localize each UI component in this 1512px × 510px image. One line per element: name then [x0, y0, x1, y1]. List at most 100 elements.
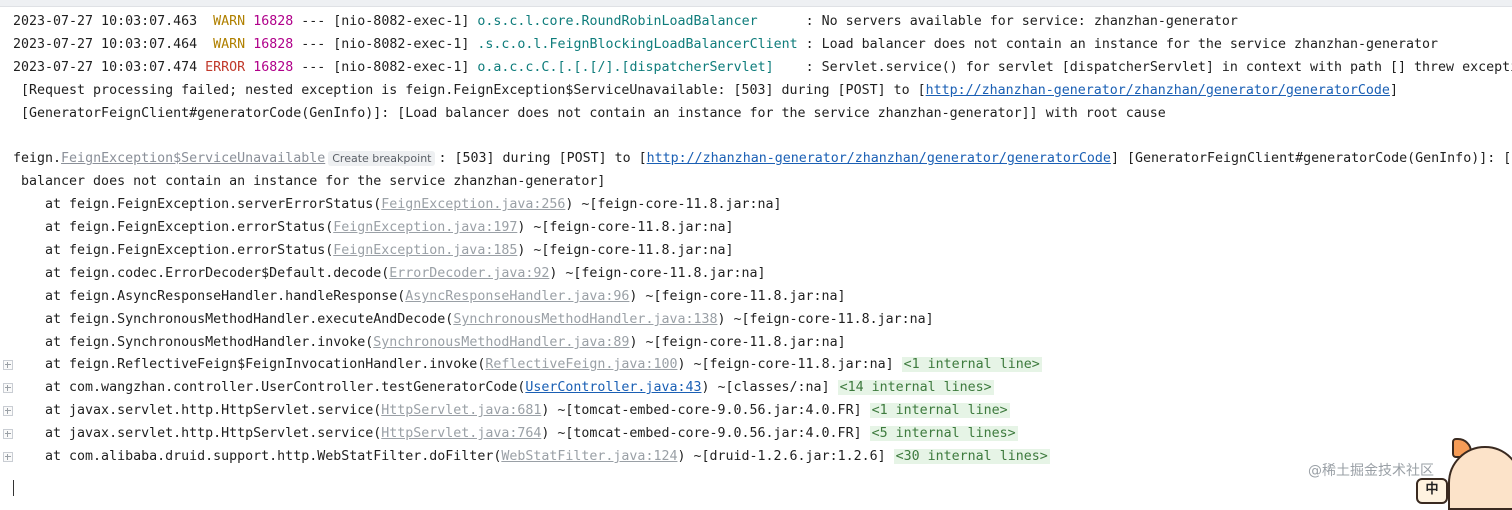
exception-continuation: balancer does not contain an instance fo…: [13, 172, 605, 192]
source-link[interactable]: HttpServlet.java:764: [381, 426, 541, 441]
source-link[interactable]: ReflectiveFeign.java:100: [485, 357, 677, 372]
frame-text: ) ~[feign-core-11.8.jar:na]: [677, 357, 902, 372]
frame-text: at feign.ReflectiveFeign$FeignInvocation…: [13, 357, 486, 372]
stack-frame: at feign.FeignException.serverErrorStatu…: [13, 195, 782, 215]
frame-text: ) ~[tomcat-embed-core-9.0.56.jar:4.0.FR]: [541, 426, 870, 441]
source-link[interactable]: SynchronousMethodHandler.java:89: [373, 335, 629, 350]
source-link[interactable]: WebStatFilter.java:124: [501, 449, 677, 464]
continuation-text: [Request processing failed; nested excep…: [13, 83, 926, 98]
log-message: : Load balancer does not contain an inst…: [805, 37, 1439, 52]
frame-text: ) ~[feign-core-11.8.jar:na]: [717, 312, 934, 327]
log-thread: [nio-8082-exec-1]: [333, 60, 470, 75]
source-link[interactable]: FeignException.java:185: [333, 243, 517, 258]
exception-class-link[interactable]: FeignException$ServiceUnavailable: [61, 151, 325, 166]
frame-text: ) ~[feign-core-11.8.jar:na]: [629, 289, 846, 304]
expand-fold-icon[interactable]: [3, 360, 13, 370]
frame-text: at com.wangzhan.controller.UserControlle…: [13, 380, 526, 395]
frame-text: ) ~[classes/:na]: [701, 380, 838, 395]
continuation-text: ]: [1389, 83, 1398, 98]
expand-fold-icon[interactable]: [3, 383, 13, 393]
source-link[interactable]: FeignException.java:197: [333, 220, 517, 235]
frame-text: ) ~[feign-core-11.8.jar:na]: [517, 220, 734, 235]
stack-frame: at feign.SynchronousMethodHandler.execut…: [13, 310, 934, 330]
mascot-badge: 中: [1416, 478, 1448, 504]
watermark-text: @稀土掘金技术社区: [1308, 463, 1434, 479]
stack-frame: at feign.ReflectiveFeign$FeignInvocation…: [13, 355, 1042, 375]
stack-frame: at feign.SynchronousMethodHandler.invoke…: [13, 333, 846, 353]
frame-text: at feign.codec.ErrorDecoder$Default.deco…: [13, 266, 390, 281]
stack-frame: at com.wangzhan.controller.UserControlle…: [13, 378, 994, 398]
internal-lines-fold[interactable]: <14 internal lines>: [837, 380, 994, 395]
internal-lines-fold[interactable]: <1 internal line>: [901, 357, 1042, 372]
log-timestamp: 2023-07-27 10:03:07.464: [13, 37, 198, 52]
expand-fold-icon[interactable]: [3, 429, 13, 439]
frame-text: at feign.FeignException.errorStatus(: [13, 243, 334, 258]
source-link[interactable]: HttpServlet.java:681: [381, 403, 541, 418]
stack-frame: at feign.AsyncResponseHandler.handleResp…: [13, 287, 846, 307]
log-continuation: [GeneratorFeignClient#generatorCode(GenI…: [13, 104, 1166, 124]
source-link[interactable]: ErrorDecoder.java:92: [389, 266, 549, 281]
text-cursor: [13, 480, 14, 496]
internal-lines-fold[interactable]: <30 internal lines>: [893, 449, 1050, 464]
log-logger: o.a.c.c.C.[.[.[/].[dispatcherServlet]: [477, 60, 798, 75]
log-line: 2023-07-27 10:03:07.463 WARN 16828 --- […: [13, 12, 1238, 32]
stack-frame: at com.alibaba.druid.support.http.WebSta…: [13, 447, 1050, 467]
exception-package: feign.: [13, 151, 62, 166]
exception-text: balancer does not contain an instance fo…: [13, 174, 606, 189]
exception-text: ] [GeneratorFeignClient#generatorCode(Ge…: [1110, 151, 1512, 166]
stack-frame: at javax.servlet.http.HttpServlet.servic…: [13, 424, 1018, 444]
frame-text: ) ~[feign-core-11.8.jar:na]: [629, 335, 846, 350]
frame-text: ) ~[tomcat-embed-core-9.0.56.jar:4.0.FR]: [541, 403, 870, 418]
source-link[interactable]: SynchronousMethodHandler.java:138: [453, 312, 717, 327]
log-pid: 16828: [253, 60, 294, 75]
expand-fold-icon[interactable]: [3, 452, 13, 462]
frame-text: at feign.AsyncResponseHandler.handleResp…: [13, 289, 406, 304]
log-timestamp: 2023-07-27 10:03:07.463: [13, 14, 198, 29]
source-link[interactable]: UserController.java:43: [525, 380, 701, 395]
log-logger: o.s.c.l.core.RoundRobinLoadBalancer: [477, 14, 798, 29]
frame-text: at com.alibaba.druid.support.http.WebSta…: [13, 449, 502, 464]
exception-header: feign.FeignException$ServiceUnavailable C…: [13, 149, 1512, 169]
continuation-text: [GeneratorFeignClient#generatorCode(GenI…: [13, 106, 1166, 121]
frame-text: ) ~[feign-core-11.8.jar:na]: [549, 266, 766, 281]
frame-text: ) ~[feign-core-11.8.jar:na]: [517, 243, 734, 258]
log-thread: [nio-8082-exec-1]: [333, 14, 470, 29]
exception-text: : [503] during [POST] to [: [438, 151, 647, 166]
log-timestamp: 2023-07-27 10:03:07.474: [13, 60, 198, 75]
log-separator: ---: [301, 60, 326, 75]
frame-text: at javax.servlet.http.HttpServlet.servic…: [13, 426, 382, 441]
log-logger: .s.c.o.l.FeignBlockingLoadBalancerClient: [477, 37, 798, 52]
frame-text: ) ~[feign-core-11.8.jar:na]: [565, 197, 782, 212]
stack-frame: at feign.FeignException.errorStatus(Feig…: [13, 218, 734, 238]
frame-text: at feign.SynchronousMethodHandler.execut…: [13, 312, 454, 327]
create-breakpoint-button[interactable]: Create breakpoint: [328, 151, 436, 166]
internal-lines-fold[interactable]: <1 internal line>: [869, 403, 1010, 418]
expand-fold-icon[interactable]: [3, 406, 13, 416]
url-link[interactable]: http://zhanzhan-generator/zhanzhan/gener…: [926, 83, 1390, 98]
frame-text: at javax.servlet.http.HttpServlet.servic…: [13, 403, 382, 418]
log-message: : Servlet.service() for servlet [dispatc…: [805, 60, 1512, 75]
source-link[interactable]: AsyncResponseHandler.java:96: [405, 289, 629, 304]
console-output[interactable]: 2023-07-27 10:03:07.463 WARN 16828 --- […: [0, 6, 1512, 499]
log-line: 2023-07-27 10:03:07.464 WARN 16828 --- […: [13, 35, 1438, 55]
frame-text: at feign.FeignException.serverErrorStatu…: [13, 197, 382, 212]
log-pid: 16828: [253, 37, 294, 52]
log-pid: 16828: [253, 14, 294, 29]
stack-frame: at feign.codec.ErrorDecoder$Default.deco…: [13, 264, 766, 284]
log-message: : No servers available for service: zhan…: [805, 14, 1238, 29]
log-continuation: [Request processing failed; nested excep…: [13, 81, 1398, 101]
stack-frame: at javax.servlet.http.HttpServlet.servic…: [13, 401, 1010, 421]
log-level: WARN: [213, 37, 246, 52]
source-link[interactable]: FeignException.java:256: [381, 197, 565, 212]
stack-frame: at feign.FeignException.errorStatus(Feig…: [13, 241, 734, 261]
frame-text: ) ~[druid-1.2.6.jar:1.2.6]: [677, 449, 894, 464]
internal-lines-fold[interactable]: <5 internal lines>: [869, 426, 1018, 441]
log-level: ERROR: [205, 60, 246, 75]
log-separator: ---: [301, 37, 326, 52]
frame-text: at feign.FeignException.errorStatus(: [13, 220, 334, 235]
log-level: WARN: [213, 14, 246, 29]
url-link[interactable]: http://zhanzhan-generator/zhanzhan/gener…: [647, 151, 1111, 166]
frame-text: at feign.SynchronousMethodHandler.invoke…: [13, 335, 374, 350]
log-line: 2023-07-27 10:03:07.474 ERROR 16828 --- …: [13, 58, 1512, 78]
log-separator: ---: [301, 14, 326, 29]
